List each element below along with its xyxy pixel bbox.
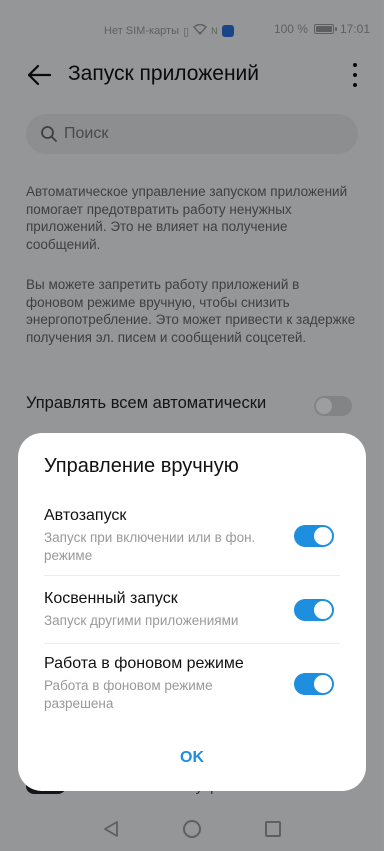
background-run-toggle[interactable] xyxy=(294,673,334,695)
option-title: Автозапуск xyxy=(44,507,127,524)
divider xyxy=(44,575,340,576)
manual-control-dialog: Управление вручную Автозапуск Запуск при… xyxy=(18,433,366,791)
option-title: Работа в фоновом режиме xyxy=(44,655,244,672)
option-subtitle: Запуск при включении или в фон. режиме xyxy=(44,530,256,563)
indirect-launch-toggle[interactable] xyxy=(294,599,334,621)
divider xyxy=(44,643,340,644)
autostart-toggle[interactable] xyxy=(294,525,334,547)
option-subtitle: Работа в фоновом режиме разрешена xyxy=(44,678,213,711)
ok-button[interactable]: OK xyxy=(142,749,242,775)
option-subtitle: Запуск другими приложениями xyxy=(44,613,239,628)
dialog-title: Управление вручную xyxy=(44,455,239,477)
